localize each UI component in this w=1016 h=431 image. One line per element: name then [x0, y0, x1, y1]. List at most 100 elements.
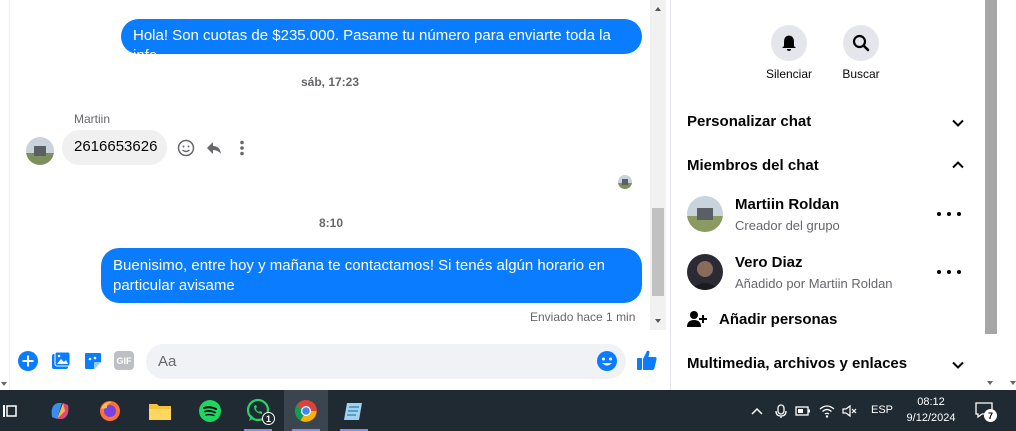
section-title: Miembros del chat — [687, 157, 819, 174]
file-explorer-icon — [149, 403, 171, 420]
scroll-up-arrow-icon[interactable] — [655, 7, 661, 11]
battery-icon — [795, 406, 810, 416]
sticker-button[interactable] — [81, 349, 105, 373]
message-incoming[interactable]: 2616653626 — [62, 130, 167, 165]
taskbar-app-spotify[interactable] — [188, 390, 232, 431]
show-hidden-icons-button[interactable] — [748, 402, 766, 420]
read-receipt-avatar — [618, 175, 632, 189]
taskbar: 1 ESP 08:12 9/12/2024 7 — [0, 390, 1016, 431]
message-outgoing[interactable]: Buenisimo, entre hoy y mañana te contact… — [101, 248, 642, 303]
scroll-down-arrow-icon[interactable] — [987, 381, 993, 385]
like-button[interactable] — [635, 348, 659, 372]
chevron-up-icon — [952, 161, 964, 169]
member-avatar — [687, 196, 723, 232]
timestamp: sáb, 17:23 — [300, 75, 360, 89]
firefox-icon — [100, 400, 120, 421]
member-item[interactable]: Martiin Roldan Creador del grupo — [671, 190, 983, 242]
scroll-down-arrow-icon[interactable] — [1010, 381, 1016, 385]
add-people-label: Añadir personas — [719, 311, 838, 328]
more-actions-button[interactable] — [16, 349, 40, 373]
emoji-button[interactable] — [595, 349, 619, 373]
member-role: Añadido por Martiin Roldan — [735, 276, 893, 291]
chevron-down-icon — [952, 119, 964, 127]
attach-image-button[interactable] — [49, 349, 73, 373]
tray-battery-button[interactable] — [794, 402, 812, 420]
spotify-icon — [199, 399, 221, 422]
thumbs-up-icon — [637, 350, 657, 370]
search-icon — [852, 34, 870, 52]
notification-count-badge: 7 — [984, 409, 997, 422]
chat-info-panel: Silenciar Buscar Personalizar chat Miemb… — [670, 0, 982, 390]
taskbar-app-file-explorer[interactable] — [138, 390, 182, 431]
notepad-icon — [344, 402, 362, 420]
chat-scrollbar[interactable] — [650, 0, 666, 330]
add-people-button[interactable]: Añadir personas — [671, 304, 983, 336]
notification-center-button[interactable]: 7 — [975, 401, 997, 422]
sender-avatar[interactable] — [26, 137, 54, 165]
member-name: Martiin Roldan — [735, 196, 840, 213]
scroll-down-arrow-icon[interactable] — [1, 382, 7, 386]
more-vertical-icon — [240, 140, 244, 156]
member-avatar — [687, 254, 723, 290]
section-media-files-links[interactable]: Multimedia, archivos y enlaces — [671, 346, 983, 382]
gif-button[interactable]: GIF — [114, 351, 134, 370]
microphone-icon — [775, 404, 787, 418]
scrollbar-thumb[interactable] — [652, 208, 664, 296]
bell-icon — [782, 35, 796, 51]
tray-wifi-button[interactable] — [818, 402, 836, 420]
smiley-icon — [177, 139, 195, 157]
member-role: Creador del grupo — [735, 218, 840, 233]
scroll-down-arrow-icon[interactable] — [655, 319, 661, 323]
system-clock[interactable]: 08:12 9/12/2024 — [896, 394, 966, 426]
member-item[interactable]: Vero Diaz Añadido por Martiin Roldan — [671, 249, 983, 301]
reply-icon — [207, 142, 221, 154]
search-label: Buscar — [842, 67, 880, 81]
notification-badge: 1 — [262, 412, 275, 425]
section-chat-members[interactable]: Miembros del chat — [671, 148, 983, 184]
search-button[interactable] — [843, 25, 879, 61]
mute-label: Silenciar — [765, 67, 813, 81]
tray-volume-button[interactable] — [841, 402, 859, 420]
section-title: Multimedia, archivos y enlaces — [687, 355, 908, 372]
message-outgoing[interactable]: Hola! Son cuotas de $235.000. Pasame tu … — [121, 19, 642, 64]
task-view-icon — [3, 404, 17, 417]
chevron-up-icon — [751, 407, 763, 415]
taskbar-app-firefox[interactable] — [88, 390, 132, 431]
reply-button[interactable] — [203, 137, 225, 159]
message-status: Enviado hace 1 min — [530, 310, 636, 324]
emoji-icon — [597, 351, 617, 371]
chrome-icon — [295, 399, 317, 422]
message-text: 2616653626 — [74, 138, 158, 155]
image-icon — [52, 351, 71, 369]
copilot-icon — [51, 402, 69, 419]
add-person-icon — [687, 311, 707, 327]
section-customize-chat[interactable]: Personalizar chat — [671, 104, 983, 140]
plus-circle-icon — [18, 351, 38, 371]
member-name: Vero Diaz — [735, 254, 803, 271]
volume-muted-icon — [842, 404, 857, 418]
message-text: Hola! Son cuotas de $235.000. Pasame tu … — [133, 27, 611, 64]
message-text: Buenisimo, entre hoy y mañana te contact… — [113, 257, 605, 294]
mute-button[interactable] — [771, 25, 807, 61]
window-scrollbar[interactable] — [982, 0, 1016, 390]
task-view-button[interactable] — [0, 390, 32, 431]
sender-name: Martiin — [74, 112, 111, 126]
chat-panel: Hola! Son cuotas de $235.000. Pasame tu … — [0, 0, 670, 390]
left-edge — [0, 0, 10, 390]
scrollbar-thumb[interactable] — [985, 0, 997, 334]
member-options-button[interactable] — [937, 268, 961, 276]
more-button[interactable] — [231, 137, 253, 159]
tray-meet-button[interactable] — [772, 402, 790, 420]
clock-date: 9/12/2024 — [906, 412, 956, 424]
timestamp: 8:10 — [318, 216, 344, 230]
message-input[interactable] — [146, 344, 626, 379]
input-language[interactable]: ESP — [871, 404, 893, 416]
react-button[interactable] — [175, 137, 197, 159]
taskbar-app-whatsapp[interactable]: 1 — [236, 390, 280, 431]
taskbar-app-chrome[interactable] — [284, 390, 328, 431]
taskbar-app-copilot[interactable] — [38, 390, 82, 431]
clock-time: 08:12 — [917, 396, 945, 408]
member-options-button[interactable] — [937, 210, 961, 218]
wifi-icon — [819, 405, 835, 418]
taskbar-app-notepad[interactable] — [332, 390, 376, 431]
